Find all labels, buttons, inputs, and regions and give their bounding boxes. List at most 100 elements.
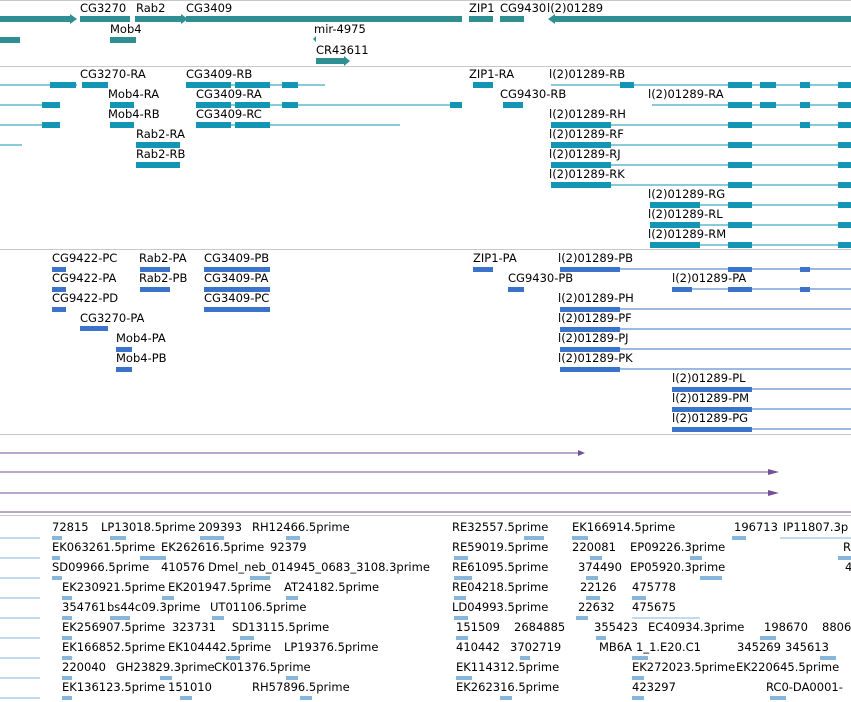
transcript-exon[interactable] bbox=[728, 162, 752, 168]
est-label[interactable]: 8806 bbox=[822, 620, 851, 634]
est-label[interactable]: 22632 bbox=[578, 600, 615, 614]
transcript-exon[interactable] bbox=[728, 82, 752, 88]
est-label[interactable]: EK230921.5prime bbox=[62, 580, 165, 594]
protein-label[interactable]: CG3409-PB bbox=[204, 251, 269, 265]
est-label[interactable]: LP19376.5prime bbox=[284, 640, 378, 654]
protein-label[interactable]: CG3409-PC bbox=[204, 291, 269, 305]
est-label[interactable]: EK104442.5prime bbox=[168, 640, 271, 654]
est-label[interactable]: EK262616.5prime bbox=[161, 540, 264, 554]
est-block[interactable] bbox=[632, 696, 644, 700]
est-label[interactable]: 475675 bbox=[632, 600, 676, 614]
transcript-exon[interactable] bbox=[728, 222, 752, 228]
transcript-label[interactable]: CG3409-RA bbox=[196, 87, 262, 101]
est-label[interactable]: 345269 bbox=[737, 640, 781, 654]
gene-label[interactable]: mir-4975 bbox=[314, 22, 366, 36]
transcript-exon[interactable] bbox=[42, 102, 60, 108]
est-label[interactable]: 196713 bbox=[734, 520, 778, 534]
transcript-exon[interactable] bbox=[838, 162, 851, 168]
protein-label[interactable]: ZIP1-PA bbox=[473, 251, 517, 265]
gene-label[interactable]: l(2)01289 bbox=[547, 1, 603, 15]
est-label[interactable]: 475778 bbox=[632, 580, 676, 594]
cds-block[interactable] bbox=[52, 307, 66, 312]
est-label[interactable]: 410442 bbox=[456, 640, 500, 654]
cds-block[interactable] bbox=[508, 287, 524, 292]
transcript-label[interactable]: l(2)01289-RB bbox=[549, 67, 625, 81]
transcript-exon[interactable] bbox=[282, 102, 298, 108]
gene-bar[interactable] bbox=[0, 37, 20, 43]
transcript-label[interactable]: l(2)01289-RH bbox=[549, 107, 626, 121]
est-block[interactable] bbox=[300, 696, 312, 700]
transcript-exon[interactable] bbox=[42, 122, 60, 128]
est-label[interactable]: 410576 bbox=[161, 560, 205, 574]
alignment-track[interactable] bbox=[0, 450, 851, 513]
est-label[interactable]: EK166914.5prime bbox=[572, 520, 675, 534]
transcript-label[interactable]: CG3409-RB bbox=[186, 67, 252, 81]
cds-block[interactable] bbox=[140, 287, 170, 292]
gene-label[interactable]: Mob4 bbox=[110, 22, 142, 36]
est-label[interactable]: AT24182.5prime bbox=[284, 580, 379, 594]
est-block[interactable] bbox=[62, 696, 72, 700]
est-label[interactable]: EK262316.5prime bbox=[456, 680, 559, 694]
protein-label[interactable]: CG9422-PA bbox=[52, 271, 117, 285]
est-label[interactable]: EK114312.5prime bbox=[456, 660, 559, 674]
est-label[interactable]: MB6A bbox=[599, 640, 632, 654]
transcript-label[interactable]: l(2)01289-RM bbox=[648, 227, 726, 241]
protein-label[interactable]: Rab2-PA bbox=[139, 251, 187, 265]
cds-block[interactable] bbox=[672, 427, 752, 432]
est-label[interactable]: 3702719 bbox=[510, 640, 561, 654]
gene-bar[interactable] bbox=[316, 58, 344, 64]
est-label[interactable]: EK201947.5prime bbox=[168, 580, 271, 594]
est-label[interactable]: 355423 bbox=[594, 620, 638, 634]
transcript-label[interactable]: CG3270-RA bbox=[80, 67, 146, 81]
est-label[interactable]: 323731 bbox=[172, 620, 216, 634]
transcript-exon[interactable] bbox=[838, 82, 851, 88]
est-label[interactable]: RE32557.5prime bbox=[452, 520, 548, 534]
est-label[interactable]: 151010 bbox=[168, 680, 212, 694]
transcript-exon[interactable] bbox=[82, 82, 108, 88]
transcript-exon[interactable] bbox=[503, 102, 523, 108]
est-label[interactable]: LD04993.5prime bbox=[452, 600, 548, 614]
transcript-label[interactable]: CG9430-RB bbox=[500, 87, 566, 101]
transcript-label[interactable]: l(2)01289-RL bbox=[648, 207, 723, 221]
transcript-label[interactable]: Mob4-RA bbox=[108, 87, 159, 101]
protein-label[interactable]: CG9422-PD bbox=[52, 291, 118, 305]
est-label[interactable]: 423297 bbox=[632, 680, 676, 694]
gene-bar[interactable] bbox=[135, 16, 181, 22]
protein-label[interactable]: l(2)01289-PB bbox=[558, 251, 633, 265]
protein-label[interactable]: CG9422-PC bbox=[52, 251, 117, 265]
gene-bar[interactable] bbox=[469, 16, 493, 22]
transcript-exon[interactable] bbox=[50, 82, 76, 88]
transcript-label[interactable]: l(2)01289-RG bbox=[648, 187, 725, 201]
est-label[interactable]: LP13018.5prime bbox=[101, 520, 195, 534]
transcript-label[interactable]: l(2)01289-RF bbox=[549, 127, 624, 141]
est-block[interactable] bbox=[180, 696, 192, 700]
cds-block[interactable] bbox=[560, 367, 620, 372]
est-label[interactable]: 72815 bbox=[52, 520, 89, 534]
transcript-exon[interactable] bbox=[800, 82, 810, 88]
protein-track[interactable]: CG9422-PC Rab2-PA CG3409-PB ZIP1-PA l(2)… bbox=[52, 251, 851, 432]
est-label[interactable]: EK063261.5prime bbox=[52, 540, 155, 554]
transcript-exon[interactable] bbox=[728, 102, 752, 108]
transcript-label[interactable]: l(2)01289-RJ bbox=[549, 147, 621, 161]
transcript-exon[interactable] bbox=[728, 142, 752, 148]
transcript-label[interactable]: ZIP1-RA bbox=[469, 67, 514, 81]
est-label[interactable]: 374490 bbox=[578, 560, 622, 574]
est-label[interactable]: 345613 bbox=[785, 640, 829, 654]
gene-bar[interactable] bbox=[0, 16, 70, 22]
transcript-exon[interactable] bbox=[473, 82, 493, 88]
est-label[interactable]: EK256907.5prime bbox=[62, 620, 165, 634]
transcript-exon[interactable] bbox=[110, 122, 134, 128]
est-label[interactable]: CK01376.5prime bbox=[214, 660, 311, 674]
est-label[interactable]: R bbox=[843, 540, 851, 554]
est-block[interactable] bbox=[576, 616, 588, 620]
protein-label[interactable]: CG9430-PB bbox=[508, 271, 573, 285]
transcript-exon[interactable] bbox=[838, 142, 851, 148]
transcript-exon[interactable] bbox=[196, 122, 231, 128]
est-label[interactable]: 22126 bbox=[580, 580, 617, 594]
est-label[interactable]: 92379 bbox=[270, 540, 307, 554]
protein-label[interactable]: l(2)01289-PF bbox=[558, 311, 632, 325]
est-label[interactable]: 209393 bbox=[198, 520, 242, 534]
est-label[interactable]: 220040 bbox=[62, 660, 106, 674]
cds-block[interactable] bbox=[800, 267, 810, 272]
est-block[interactable] bbox=[52, 576, 62, 580]
